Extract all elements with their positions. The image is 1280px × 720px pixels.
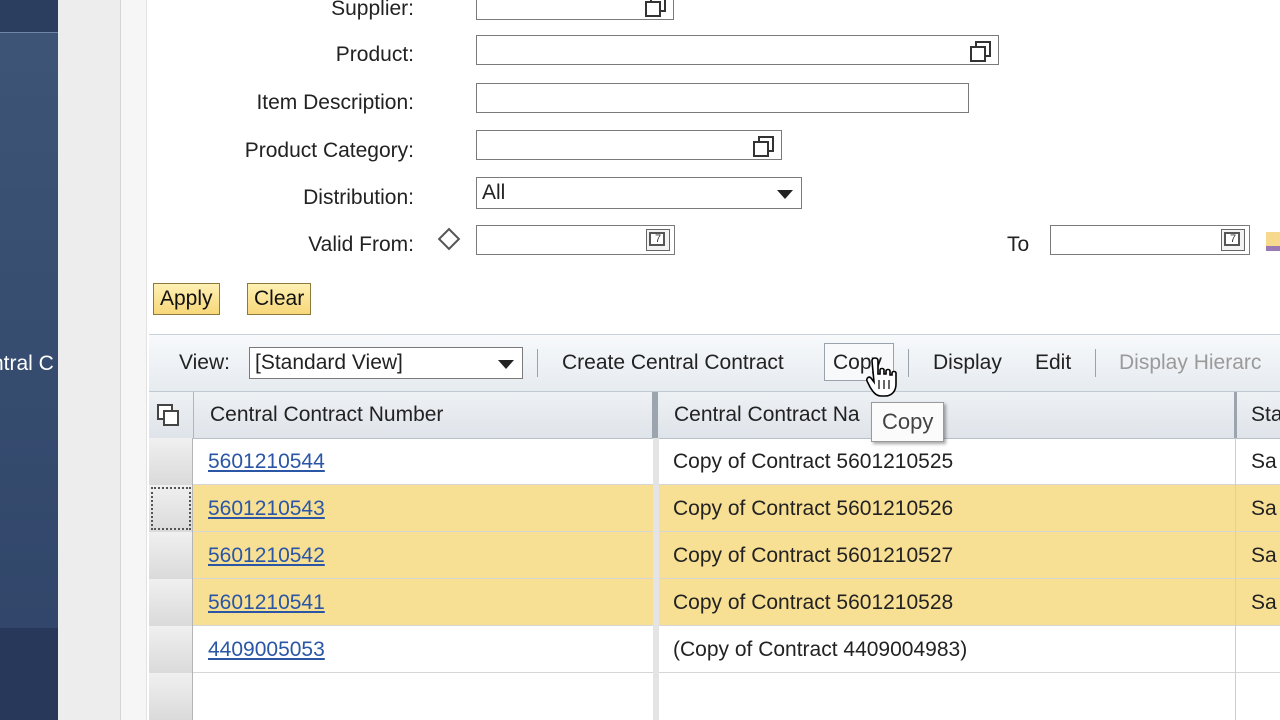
calendar-icon[interactable] — [646, 229, 670, 251]
valid-to-field[interactable] — [1050, 225, 1250, 255]
row-selector[interactable] — [149, 485, 193, 532]
display-hierarchy-button[interactable]: Display Hierarc — [1119, 351, 1261, 375]
calendar-icon[interactable] — [1221, 229, 1245, 251]
contract-number-link[interactable]: 5601210543 — [208, 485, 325, 532]
row-selector[interactable] — [149, 673, 193, 720]
operator-diamond-icon[interactable] — [437, 227, 461, 251]
contract-name-cell: Copy of Contract 5601210527 — [673, 544, 954, 567]
column-divider — [1235, 438, 1236, 720]
nav-bottom-band — [0, 628, 58, 720]
column-header-contract-name[interactable]: Central Contract Na — [674, 392, 1234, 438]
row-selector[interactable] — [149, 532, 193, 579]
view-label: View: — [179, 351, 230, 374]
display-button[interactable]: Display — [933, 351, 1002, 375]
status-cell: Sa — [1251, 591, 1277, 614]
select-all-cell[interactable] — [149, 392, 194, 438]
results-toolbar: View: [Standard View] Create Central Con… — [149, 334, 1280, 392]
contract-number-link[interactable]: 4409005053 — [208, 626, 325, 673]
column-divider — [653, 438, 659, 720]
distribution-select[interactable]: All — [476, 177, 802, 209]
row-selector[interactable] — [149, 579, 193, 626]
toolbar-separator — [1095, 349, 1096, 377]
contract-number-link[interactable]: 5601210542 — [208, 532, 325, 579]
status-cell: Sa — [1251, 497, 1277, 520]
contract-number-link[interactable]: 5601210541 — [208, 579, 325, 626]
left-navigation-panel: ntral C — [0, 0, 59, 720]
product-field[interactable] — [476, 35, 999, 65]
clear-button[interactable]: Clear — [247, 283, 312, 315]
select-all-icon[interactable] — [157, 404, 179, 426]
status-cell: Sa — [1251, 544, 1277, 567]
contract-name-cell: Copy of Contract 5601210526 — [673, 497, 954, 520]
supplier-field[interactable] — [476, 0, 674, 20]
view-selected-value: [Standard View] — [255, 351, 403, 374]
contract-number-link[interactable]: 5601210544 — [208, 438, 325, 485]
toolbar-separator — [908, 349, 909, 377]
value-help-icon[interactable] — [753, 136, 774, 157]
product-category-field[interactable] — [476, 130, 782, 160]
table-row[interactable]: 5601210542 Copy of Contract 5601210527 S… — [149, 532, 1280, 579]
table-row[interactable]: 5601210541 Copy of Contract 5601210528 S… — [149, 579, 1280, 626]
chevron-down-icon[interactable] — [777, 190, 793, 199]
view-select[interactable]: [Standard View] — [249, 347, 523, 379]
distribution-selected-value: All — [482, 181, 506, 204]
create-central-contract-button[interactable]: Create Central Contract — [562, 351, 784, 375]
item-description-field[interactable] — [476, 83, 969, 113]
legend-key-icon — [1266, 232, 1280, 251]
left-gutter — [58, 0, 121, 720]
table-row[interactable]: 4409005053 (Copy of Contract 4409004983) — [149, 626, 1280, 673]
chevron-down-icon[interactable] — [498, 360, 514, 369]
row-selector[interactable] — [149, 438, 193, 485]
table-header: Central Contract Number Central Contract… — [149, 392, 1280, 439]
table-row-empty — [149, 673, 1280, 720]
column-header-status[interactable]: Sta — [1251, 392, 1280, 438]
status-cell: Sa — [1251, 450, 1277, 473]
column-resize-handle[interactable] — [652, 392, 658, 438]
edit-button[interactable]: Edit — [1035, 351, 1071, 375]
valid-from-field[interactable] — [476, 225, 675, 255]
value-help-icon[interactable] — [970, 41, 991, 62]
item-description-label: Item Description: — [256, 91, 414, 114]
toolbar-separator — [537, 349, 538, 377]
valid-from-label: Valid From: — [308, 233, 414, 256]
table-row[interactable]: 5601210543 Copy of Contract 5601210526 S… — [149, 485, 1280, 532]
contract-name-cell: Copy of Contract 5601210525 — [673, 450, 954, 473]
table-row[interactable]: 5601210544 Copy of Contract 5601210525 S… — [149, 438, 1280, 485]
value-help-icon[interactable] — [645, 0, 666, 17]
contracts-table: Central Contract Number Central Contract… — [149, 392, 1280, 720]
product-category-label: Product Category: — [244, 139, 414, 162]
product-label: Product: — [335, 43, 414, 66]
column-header-contract-number[interactable]: Central Contract Number — [210, 392, 443, 438]
copy-tooltip: Copy — [871, 402, 945, 442]
nav-item-central-contract[interactable]: ntral C — [0, 352, 58, 376]
nav-top-band — [0, 0, 58, 33]
contract-name-cell: Copy of Contract 5601210528 — [673, 591, 954, 614]
to-label: To — [1007, 233, 1030, 256]
apply-button[interactable]: Apply — [153, 283, 220, 315]
content-gutter — [121, 0, 147, 720]
hand-cursor-icon — [866, 357, 897, 397]
contract-name-cell: (Copy of Contract 4409004983) — [673, 638, 968, 661]
distribution-label: Distribution: — [303, 186, 414, 209]
column-resize-handle[interactable] — [1234, 392, 1237, 438]
supplier-label: Supplier: — [331, 0, 414, 20]
row-selector[interactable] — [149, 626, 193, 673]
